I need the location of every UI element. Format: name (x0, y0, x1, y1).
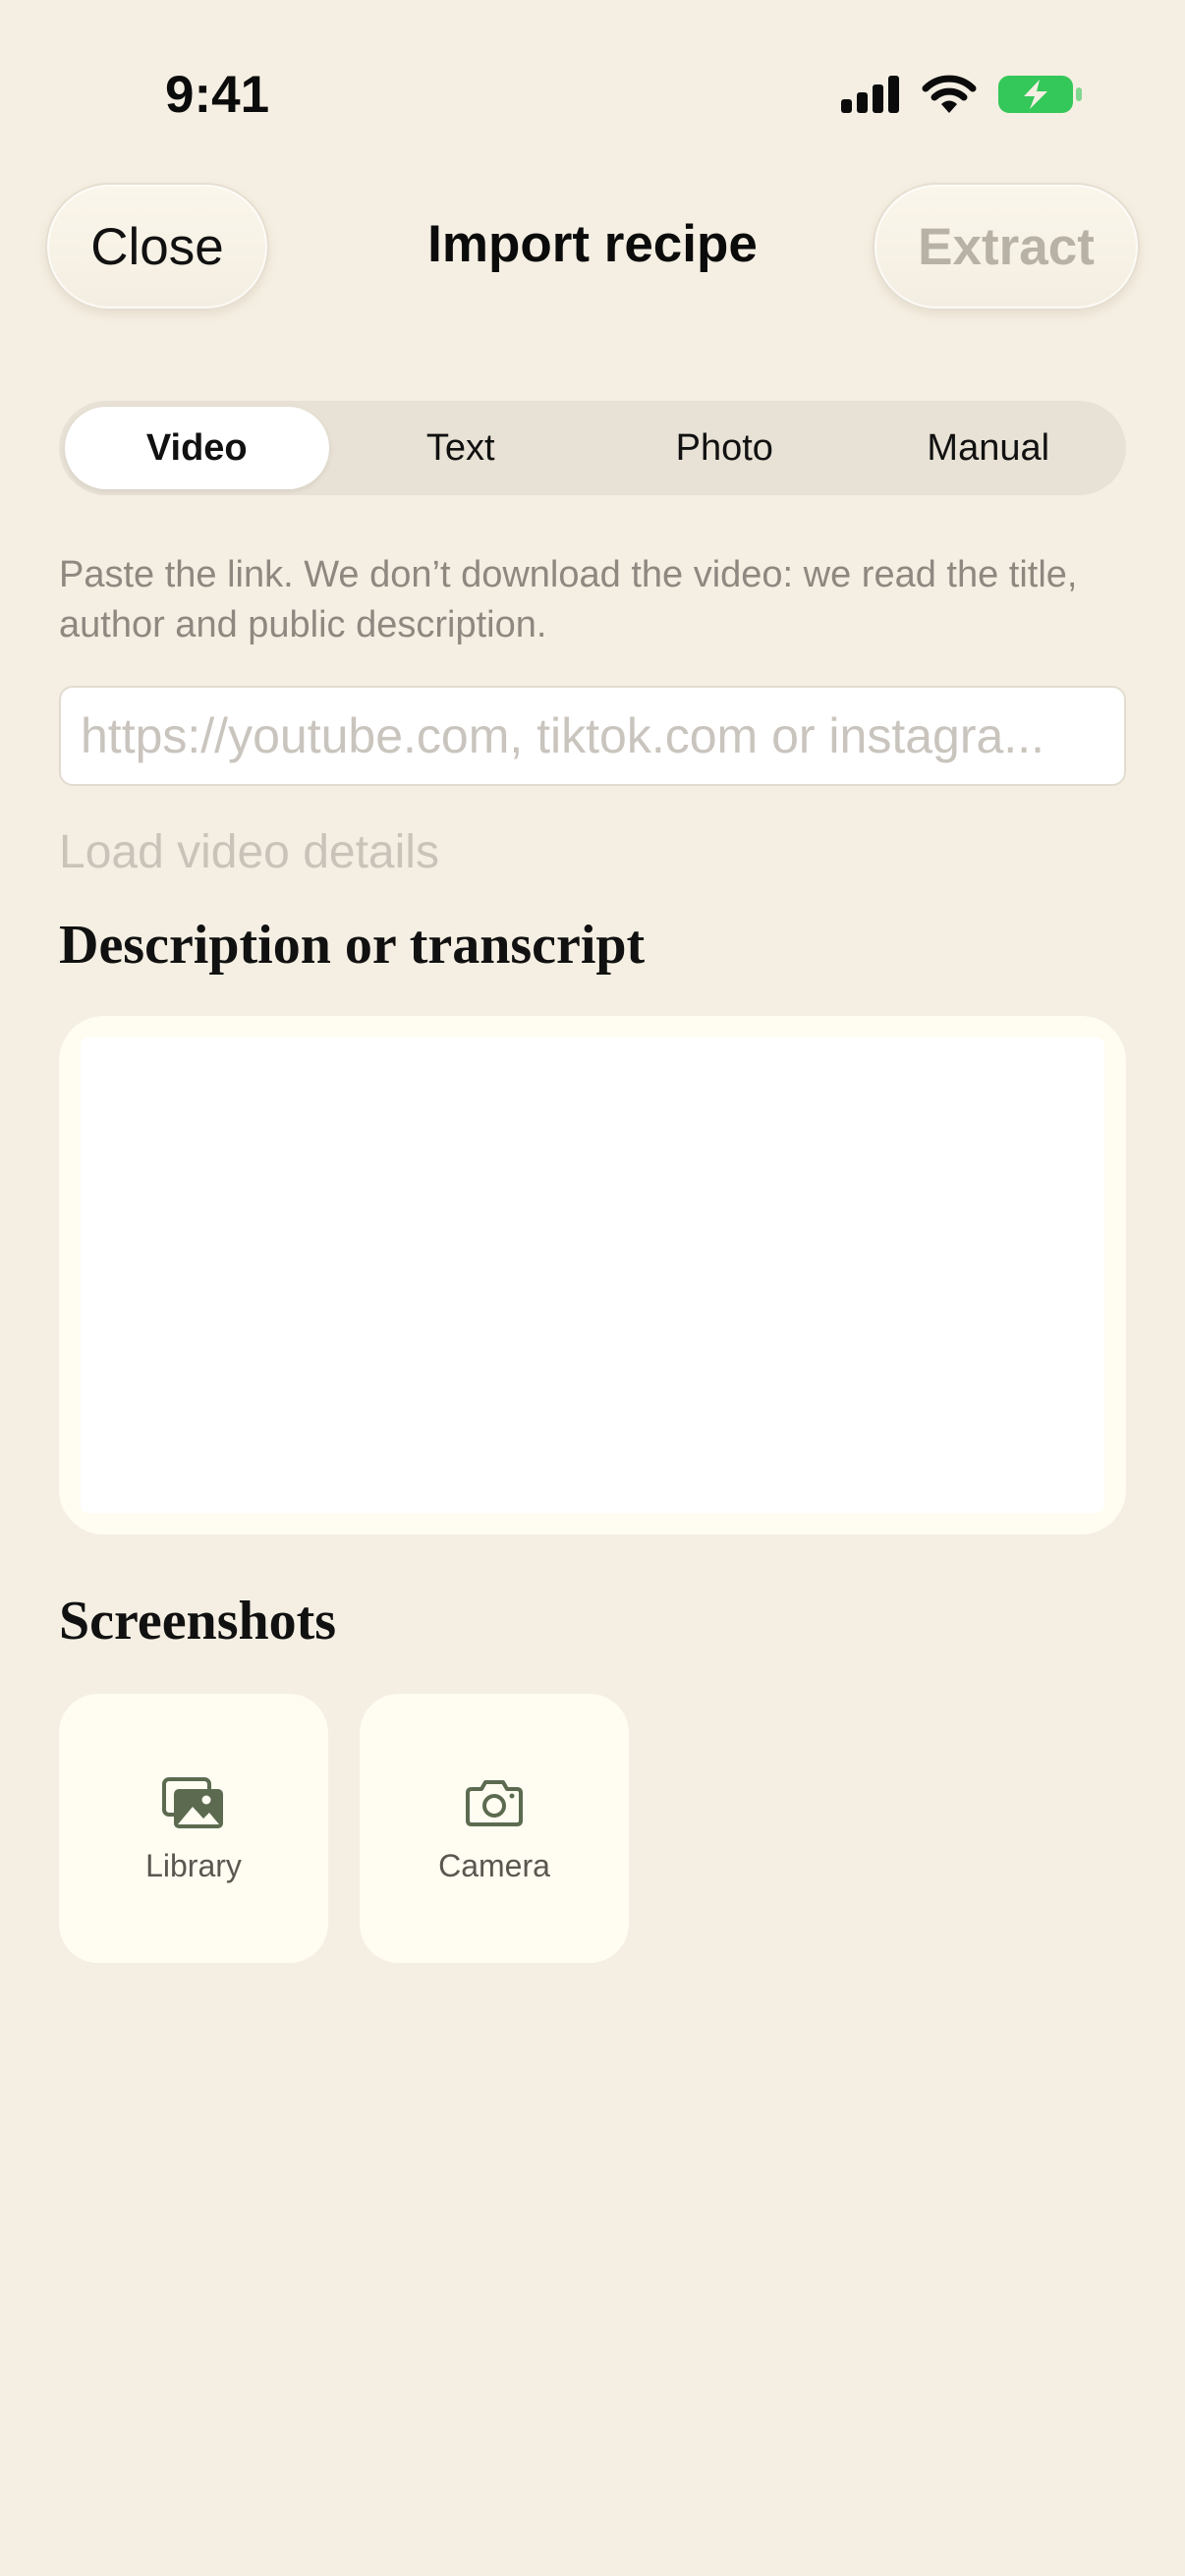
video-url-input[interactable]: https://youtube.com, tiktok.com or insta… (59, 686, 1126, 786)
tab-video[interactable]: Video (65, 407, 329, 489)
battery-charging-icon (998, 75, 1083, 119)
tab-text[interactable]: Text (329, 407, 593, 489)
description-heading: Description or transcript (59, 915, 646, 976)
extract-button-label: Extract (918, 217, 1095, 276)
cellular-signal-icon (841, 76, 900, 118)
description-text-area-inner[interactable] (81, 1037, 1104, 1513)
camera-label: Camera (438, 1847, 550, 1883)
status-time: 9:41 (165, 66, 270, 124)
load-video-details-button[interactable]: Load video details (59, 825, 439, 879)
status-icons (841, 75, 1083, 119)
extract-button[interactable]: Extract (873, 183, 1140, 310)
photo-library-icon (162, 1773, 225, 1834)
import-mode-tabs: Video Text Photo Manual (59, 401, 1126, 495)
tab-photo[interactable]: Photo (592, 407, 857, 489)
library-button[interactable]: Library (59, 1694, 328, 1963)
camera-button[interactable]: Camera (360, 1694, 629, 1963)
tab-manual[interactable]: Manual (857, 407, 1121, 489)
video-help-text: Paste the link. We don’t download the vi… (59, 554, 1078, 645)
camera-icon (464, 1773, 525, 1834)
description-textarea[interactable] (59, 1016, 1126, 1535)
screenshots-heading: Screenshots (59, 1591, 337, 1652)
video-url-placeholder: https://youtube.com, tiktok.com or insta… (81, 708, 1044, 763)
library-label: Library (145, 1847, 242, 1883)
wifi-icon (922, 75, 977, 119)
